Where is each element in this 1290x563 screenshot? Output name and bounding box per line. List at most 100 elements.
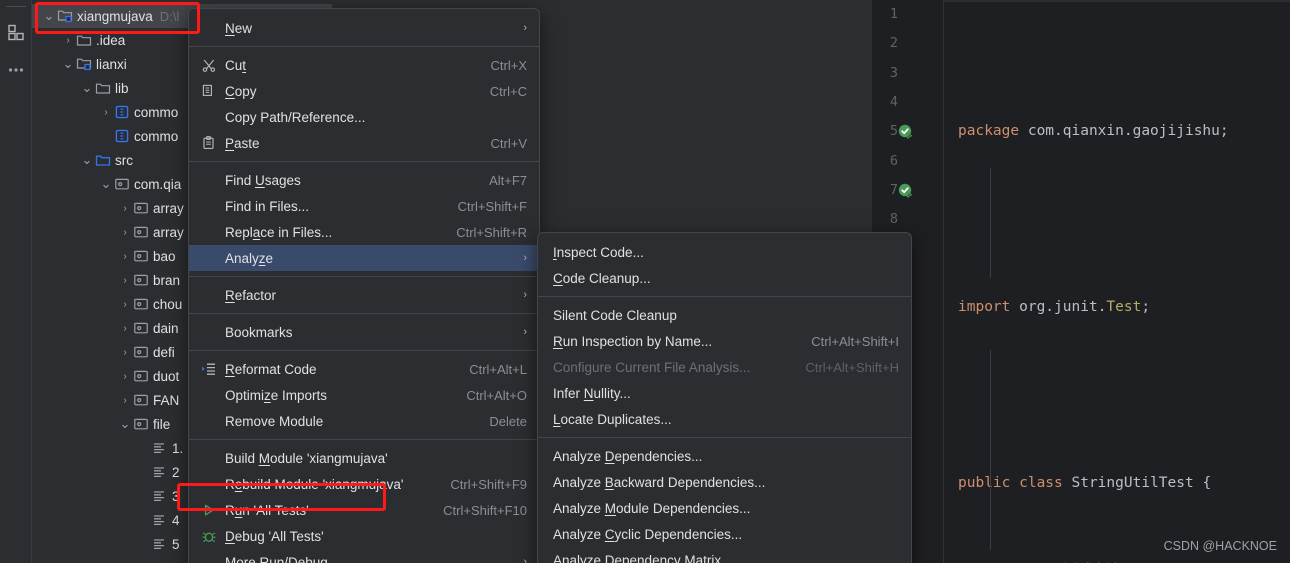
text-file-icon (151, 436, 169, 460)
chevron-right-icon[interactable]: › (118, 268, 132, 292)
chevron-right-icon[interactable]: › (118, 316, 132, 340)
menu-separator (189, 161, 539, 162)
menu-item-remove-module[interactable]: Remove Module Delete (189, 408, 539, 434)
run-test-success-icon[interactable] (898, 124, 915, 141)
chevron-right-icon[interactable]: › (118, 196, 132, 220)
menu-icon-placeholder (199, 474, 219, 494)
menu-item-debug-all-tests[interactable]: Debug 'All Tests' (189, 523, 539, 549)
menu-item-label: Find Usages (225, 172, 301, 188)
tree-item-label: 4 (172, 512, 180, 528)
menu-item-reformat-code[interactable]: Reformat Code Ctrl+Alt+L (189, 356, 539, 382)
menu-item-new[interactable]: New › (189, 15, 539, 41)
menu-item-label: Locate Duplicates... (553, 411, 672, 427)
tree-item-label: src (115, 152, 133, 168)
tree-item-label: .idea (96, 32, 126, 48)
menu-item-refactor[interactable]: Refactor › (189, 282, 539, 308)
chevron-down-icon[interactable]: ⌄ (99, 172, 113, 196)
menu-item-cut[interactable]: Cut Ctrl+X (189, 52, 539, 78)
menu-item-analyze-module-dependencies[interactable]: Analyze Module Dependencies... (538, 495, 911, 521)
menu-item-label: Code Cleanup... (553, 270, 651, 286)
menu-item-find-usages[interactable]: Find Usages Alt+F7 (189, 167, 539, 193)
menu-item-replace-in-files[interactable]: Replace in Files... Ctrl+Shift+R (189, 219, 539, 245)
menu-item-label: Refactor (225, 287, 277, 303)
menu-separator (189, 350, 539, 351)
chevron-right-icon[interactable]: › (118, 220, 132, 244)
package-icon (132, 316, 150, 340)
menu-item-locate-duplicates[interactable]: Locate Duplicates... (538, 406, 911, 432)
menu-item-label: More Run/Debug (225, 554, 328, 563)
menu-item-infer-nullity[interactable]: Infer Nullity... (538, 380, 911, 406)
ide-window: ⌄ xiangmujava D:\l › .idea ⌄ lianxi ⌄ lib › commo c… (0, 0, 1290, 563)
menu-item-inspect-code[interactable]: Inspect Code... (538, 239, 911, 265)
menu-item-more-run-debug[interactable]: More Run/Debug › (189, 549, 539, 563)
menu-item-find-in-files[interactable]: Find in Files... Ctrl+Shift+F (189, 193, 539, 219)
package-icon (132, 388, 150, 412)
tree-item-label: 5 (172, 536, 180, 552)
menu-item-build-module-xiangmujava[interactable]: Build Module 'xiangmujava' (189, 445, 539, 471)
menu-item-label: Copy Path/Reference... (225, 109, 366, 125)
menu-item-optimize-imports[interactable]: Optimize Imports Ctrl+Alt+O (189, 382, 539, 408)
chevron-right-icon[interactable]: › (99, 100, 113, 124)
menu-icon-placeholder (199, 18, 219, 38)
menu-icon-placeholder (199, 248, 219, 268)
menu-item-silent-code-cleanup[interactable]: Silent Code Cleanup (538, 302, 911, 328)
chevron-right-icon[interactable]: › (118, 292, 132, 316)
menu-icon-placeholder (199, 196, 219, 216)
module-folder-icon (75, 52, 93, 76)
text-file-icon (151, 460, 169, 484)
project-structure-icon[interactable] (6, 22, 26, 42)
tree-item-label: commo (134, 104, 179, 120)
menu-item-label: Analyze (225, 250, 274, 266)
menu-item-shortcut: Alt+F7 (489, 172, 527, 188)
chevron-down-icon[interactable]: ⌄ (118, 412, 132, 436)
menu-item-label: Cut (225, 57, 247, 73)
menu-item-rebuild-module-xiangmujava[interactable]: Rebuild Module 'xiangmujava' Ctrl+Shift+F… (189, 471, 539, 497)
menu-item-shortcut: Ctrl+Alt+Shift+I (811, 333, 899, 349)
menu-item-analyze-dependency-matrix[interactable]: Analyze Dependency Matrix... (538, 547, 911, 563)
menu-item-label: Optimize Imports (225, 387, 328, 403)
chevron-right-icon[interactable]: › (118, 340, 132, 364)
menu-item-bookmarks[interactable]: Bookmarks › (189, 319, 539, 345)
chevron-right-icon: › (523, 22, 527, 34)
package-icon (132, 268, 150, 292)
menu-item-copy[interactable]: Copy Ctrl+C (189, 78, 539, 104)
paste-icon (199, 133, 219, 153)
menu-icon-placeholder (199, 411, 219, 431)
chevron-right-icon[interactable]: › (118, 244, 132, 268)
chevron-down-icon[interactable]: ⌄ (80, 76, 94, 100)
menu-item-code-cleanup[interactable]: Code Cleanup... (538, 265, 911, 291)
menu-item-label: Silent Code Cleanup (553, 307, 677, 323)
chevron-down-icon[interactable]: ⌄ (80, 148, 94, 172)
analyze-submenu[interactable]: Inspect Code... Code Cleanup... Silent Cod… (537, 232, 912, 563)
menu-separator (189, 439, 539, 440)
menu-item-analyze-backward-dependencies[interactable]: Analyze Backward Dependencies... (538, 469, 911, 495)
chevron-down-icon[interactable]: ⌄ (61, 52, 75, 76)
tree-item-label: lib (115, 80, 129, 96)
chevron-right-icon[interactable]: › (61, 28, 75, 52)
run-test-success-icon[interactable] (898, 183, 915, 200)
menu-item-copy-path-reference[interactable]: Copy Path/Reference... (189, 104, 539, 130)
more-tool-windows-icon[interactable] (6, 60, 26, 80)
chevron-right-icon[interactable]: › (118, 388, 132, 412)
chevron-down-icon[interactable]: ⌄ (42, 4, 56, 28)
chevron-right-icon[interactable]: › (118, 364, 132, 388)
context-menu[interactable]: New › Cut Ctrl+X Copy Ctrl+C Copy Path/Referen… (188, 8, 540, 563)
menu-item-run-inspection-by-name[interactable]: Run Inspection by Name... Ctrl+Alt+Shift+… (538, 328, 911, 354)
tree-item-label: file (153, 416, 171, 432)
tree-item-label: bran (153, 272, 181, 288)
code-editor[interactable]: 123456789 package com.qianxin.gaojijishu… (872, 0, 1290, 563)
menu-icon-placeholder (199, 448, 219, 468)
menu-item-label: Analyze Cyclic Dependencies... (553, 526, 743, 542)
line-number: 5 (889, 123, 898, 140)
menu-item-run-all-tests[interactable]: Run 'All Tests' Ctrl+Shift+F10 (189, 497, 539, 523)
package-icon (132, 340, 150, 364)
menu-item-paste[interactable]: Paste Ctrl+V (189, 130, 539, 156)
line-number: 8 (889, 211, 898, 228)
menu-item-analyze-dependencies[interactable]: Analyze Dependencies... (538, 443, 911, 469)
code-line-3: import org.junit.Test; (958, 298, 1151, 315)
tree-item-label: xiangmujava (77, 8, 153, 24)
menu-item-analyze[interactable]: Analyze › (189, 245, 539, 271)
menu-item-analyze-cyclic-dependencies[interactable]: Analyze Cyclic Dependencies... (538, 521, 911, 547)
menu-item-label: Build Module 'xiangmujava' (225, 450, 388, 466)
menu-item-label: Copy (225, 83, 257, 99)
